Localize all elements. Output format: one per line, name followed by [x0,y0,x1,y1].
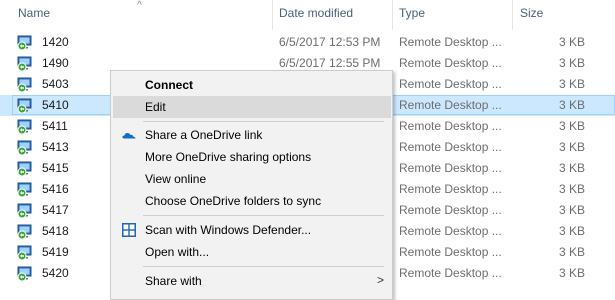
remote-desktop-file-icon [17,35,33,51]
menu-item-label: Edit [145,100,166,114]
context-menu: Connect Edit Share a OneDrive link More … [110,70,393,300]
column-divider[interactable] [512,0,513,30]
file-name: 5403 [42,77,69,91]
file-name: 1490 [42,56,69,70]
menu-separator [143,121,384,122]
column-header-name[interactable]: Name [18,6,50,20]
file-row[interactable]: 1420 6/5/2017 12:53 PM Remote Desktop ... 3… [0,32,615,53]
file-size: 3 KB [558,119,585,133]
file-size: 3 KB [558,77,585,91]
file-name: 1420 [42,35,69,49]
file-name: 5417 [42,203,69,217]
file-size: 3 KB [558,203,585,217]
menu-item-choose-folders[interactable]: Choose OneDrive folders to sync [113,190,391,212]
file-size: 3 KB [558,182,585,196]
file-size: 3 KB [558,98,585,112]
remote-desktop-file-icon [17,245,33,261]
file-type: Remote Desktop ... [399,182,502,196]
column-header-date[interactable]: Date modified [279,6,353,20]
menu-item-share-with[interactable]: Share with > [113,270,391,292]
menu-separator [143,215,384,216]
file-type: Remote Desktop ... [399,98,502,112]
menu-item-connect[interactable]: Connect [113,74,391,96]
file-name: 5410 [42,98,69,112]
menu-item-view-online[interactable]: View online [113,168,391,190]
windows-defender-icon [121,222,137,238]
file-name: 5418 [42,224,69,238]
column-header-type[interactable]: Type [399,6,425,20]
file-size: 3 KB [558,266,585,280]
file-name: 5419 [42,245,69,259]
file-type: Remote Desktop ... [399,245,502,259]
file-type: Remote Desktop ... [399,203,502,217]
onedrive-cloud-icon [121,127,137,143]
remote-desktop-file-icon [17,203,33,219]
remote-desktop-file-icon [17,56,33,72]
file-size: 3 KB [558,161,585,175]
file-type: Remote Desktop ... [399,77,502,91]
file-date-modified: 6/5/2017 12:55 PM [279,56,381,70]
menu-item-label: Scan with Windows Defender... [145,223,312,237]
menu-item-label: More OneDrive sharing options [145,150,312,164]
remote-desktop-file-icon [17,224,33,240]
file-size: 3 KB [558,224,585,238]
menu-item-edit[interactable]: Edit [113,96,391,118]
file-type: Remote Desktop ... [399,140,502,154]
file-name: 5415 [42,161,69,175]
file-type: Remote Desktop ... [399,119,502,133]
menu-item-label: Share with [145,274,202,288]
file-size: 3 KB [558,56,585,70]
remote-desktop-file-icon [17,119,33,135]
remote-desktop-file-icon [17,266,33,282]
file-date-modified: 6/5/2017 12:53 PM [279,35,381,49]
menu-item-label: Connect [145,78,193,92]
file-name: 5413 [42,140,69,154]
file-type: Remote Desktop ... [399,161,502,175]
file-type: Remote Desktop ... [399,56,502,70]
menu-separator [143,266,384,267]
file-type: Remote Desktop ... [399,35,502,49]
menu-item-label: Choose OneDrive folders to sync [145,194,322,208]
menu-item-label: Share a OneDrive link [145,128,263,142]
column-header-size[interactable]: Size [520,6,543,20]
remote-desktop-file-icon [17,161,33,177]
remote-desktop-file-icon [17,77,33,93]
file-type: Remote Desktop ... [399,266,502,280]
file-type: Remote Desktop ... [399,224,502,238]
menu-item-open-with[interactable]: Open with... [113,241,391,263]
menu-item-label: Open with... [145,245,210,259]
column-divider[interactable] [392,0,393,30]
file-size: 3 KB [558,140,585,154]
sort-up-icon[interactable]: ^ [137,0,142,11]
file-name: 5420 [42,266,69,280]
remote-desktop-file-icon [17,140,33,156]
menu-item-label: View online [145,172,207,186]
menu-item-more-onedrive[interactable]: More OneDrive sharing options [113,146,391,168]
column-header: ^ Name Date modified Type Size [0,0,615,30]
remote-desktop-file-icon [17,182,33,198]
file-name: 5411 [42,119,68,133]
menu-item-scan-defender[interactable]: Scan with Windows Defender... [113,219,391,241]
menu-item-share-onedrive[interactable]: Share a OneDrive link [113,124,391,146]
file-size: 3 KB [558,245,585,259]
file-size: 3 KB [558,35,585,49]
column-divider[interactable] [272,0,273,30]
file-name: 5416 [42,182,69,196]
remote-desktop-file-icon [17,98,33,114]
